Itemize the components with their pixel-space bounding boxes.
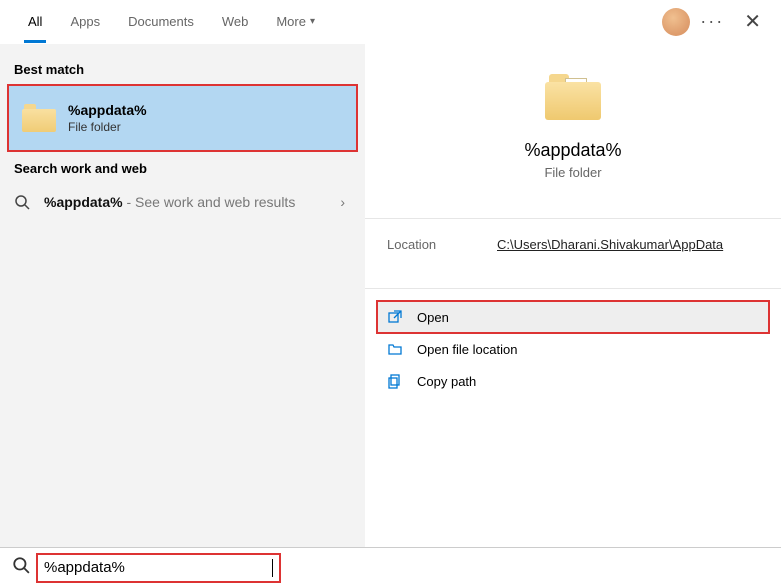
text-caret bbox=[272, 559, 273, 577]
folder-icon bbox=[22, 104, 56, 132]
preview-panel: %appdata% File folder Location C:\Users\… bbox=[365, 44, 781, 547]
open-file-location-action[interactable]: Open file location bbox=[377, 333, 769, 365]
avatar[interactable] bbox=[662, 8, 690, 36]
more-options-button[interactable]: ··· bbox=[700, 11, 724, 32]
open-icon bbox=[387, 309, 403, 325]
chevron-down-icon: ▾ bbox=[310, 16, 315, 27]
search-icon bbox=[12, 556, 30, 579]
folder-icon bbox=[545, 74, 601, 120]
tab-more-label: More bbox=[276, 14, 306, 29]
best-match-title: %appdata% bbox=[68, 102, 147, 118]
best-match-sub: File folder bbox=[68, 120, 147, 134]
tab-apps[interactable]: Apps bbox=[56, 0, 114, 43]
search-input[interactable] bbox=[44, 559, 274, 576]
folder-open-icon bbox=[387, 341, 403, 357]
search-web-suffix: - See work and web results bbox=[123, 194, 296, 210]
close-button[interactable]: ✕ bbox=[738, 9, 767, 34]
open-file-location-label: Open file location bbox=[417, 342, 517, 357]
search-input-wrap[interactable] bbox=[38, 555, 279, 581]
best-match-heading: Best match bbox=[0, 52, 365, 85]
copy-path-action[interactable]: Copy path bbox=[377, 365, 769, 397]
preview-title: %appdata% bbox=[524, 140, 621, 161]
location-label: Location bbox=[387, 237, 497, 252]
preview-sub: File folder bbox=[544, 165, 601, 180]
chevron-right-icon: › bbox=[340, 194, 345, 210]
location-row: Location C:\Users\Dharani.Shivakumar\App… bbox=[365, 219, 781, 270]
search-work-web-heading: Search work and web bbox=[0, 151, 365, 184]
open-label: Open bbox=[417, 310, 449, 325]
top-tabs: All Apps Documents Web More ▾ ··· ✕ bbox=[0, 0, 781, 44]
best-match-result[interactable]: %appdata% File folder bbox=[8, 85, 357, 151]
results-panel: Best match %appdata% File folder Search … bbox=[0, 44, 365, 547]
tab-documents[interactable]: Documents bbox=[114, 0, 208, 43]
copy-path-label: Copy path bbox=[417, 374, 476, 389]
tab-web[interactable]: Web bbox=[208, 0, 263, 43]
tab-more[interactable]: More ▾ bbox=[262, 0, 329, 43]
open-action[interactable]: Open bbox=[377, 301, 769, 333]
copy-icon bbox=[387, 373, 403, 389]
location-path[interactable]: C:\Users\Dharani.Shivakumar\AppData bbox=[497, 237, 723, 252]
tab-all[interactable]: All bbox=[14, 0, 56, 43]
search-bar bbox=[0, 547, 781, 587]
search-icon bbox=[14, 194, 30, 210]
search-web-query: %appdata% bbox=[44, 194, 123, 210]
search-web-result[interactable]: %appdata% - See work and web results › bbox=[0, 184, 365, 220]
